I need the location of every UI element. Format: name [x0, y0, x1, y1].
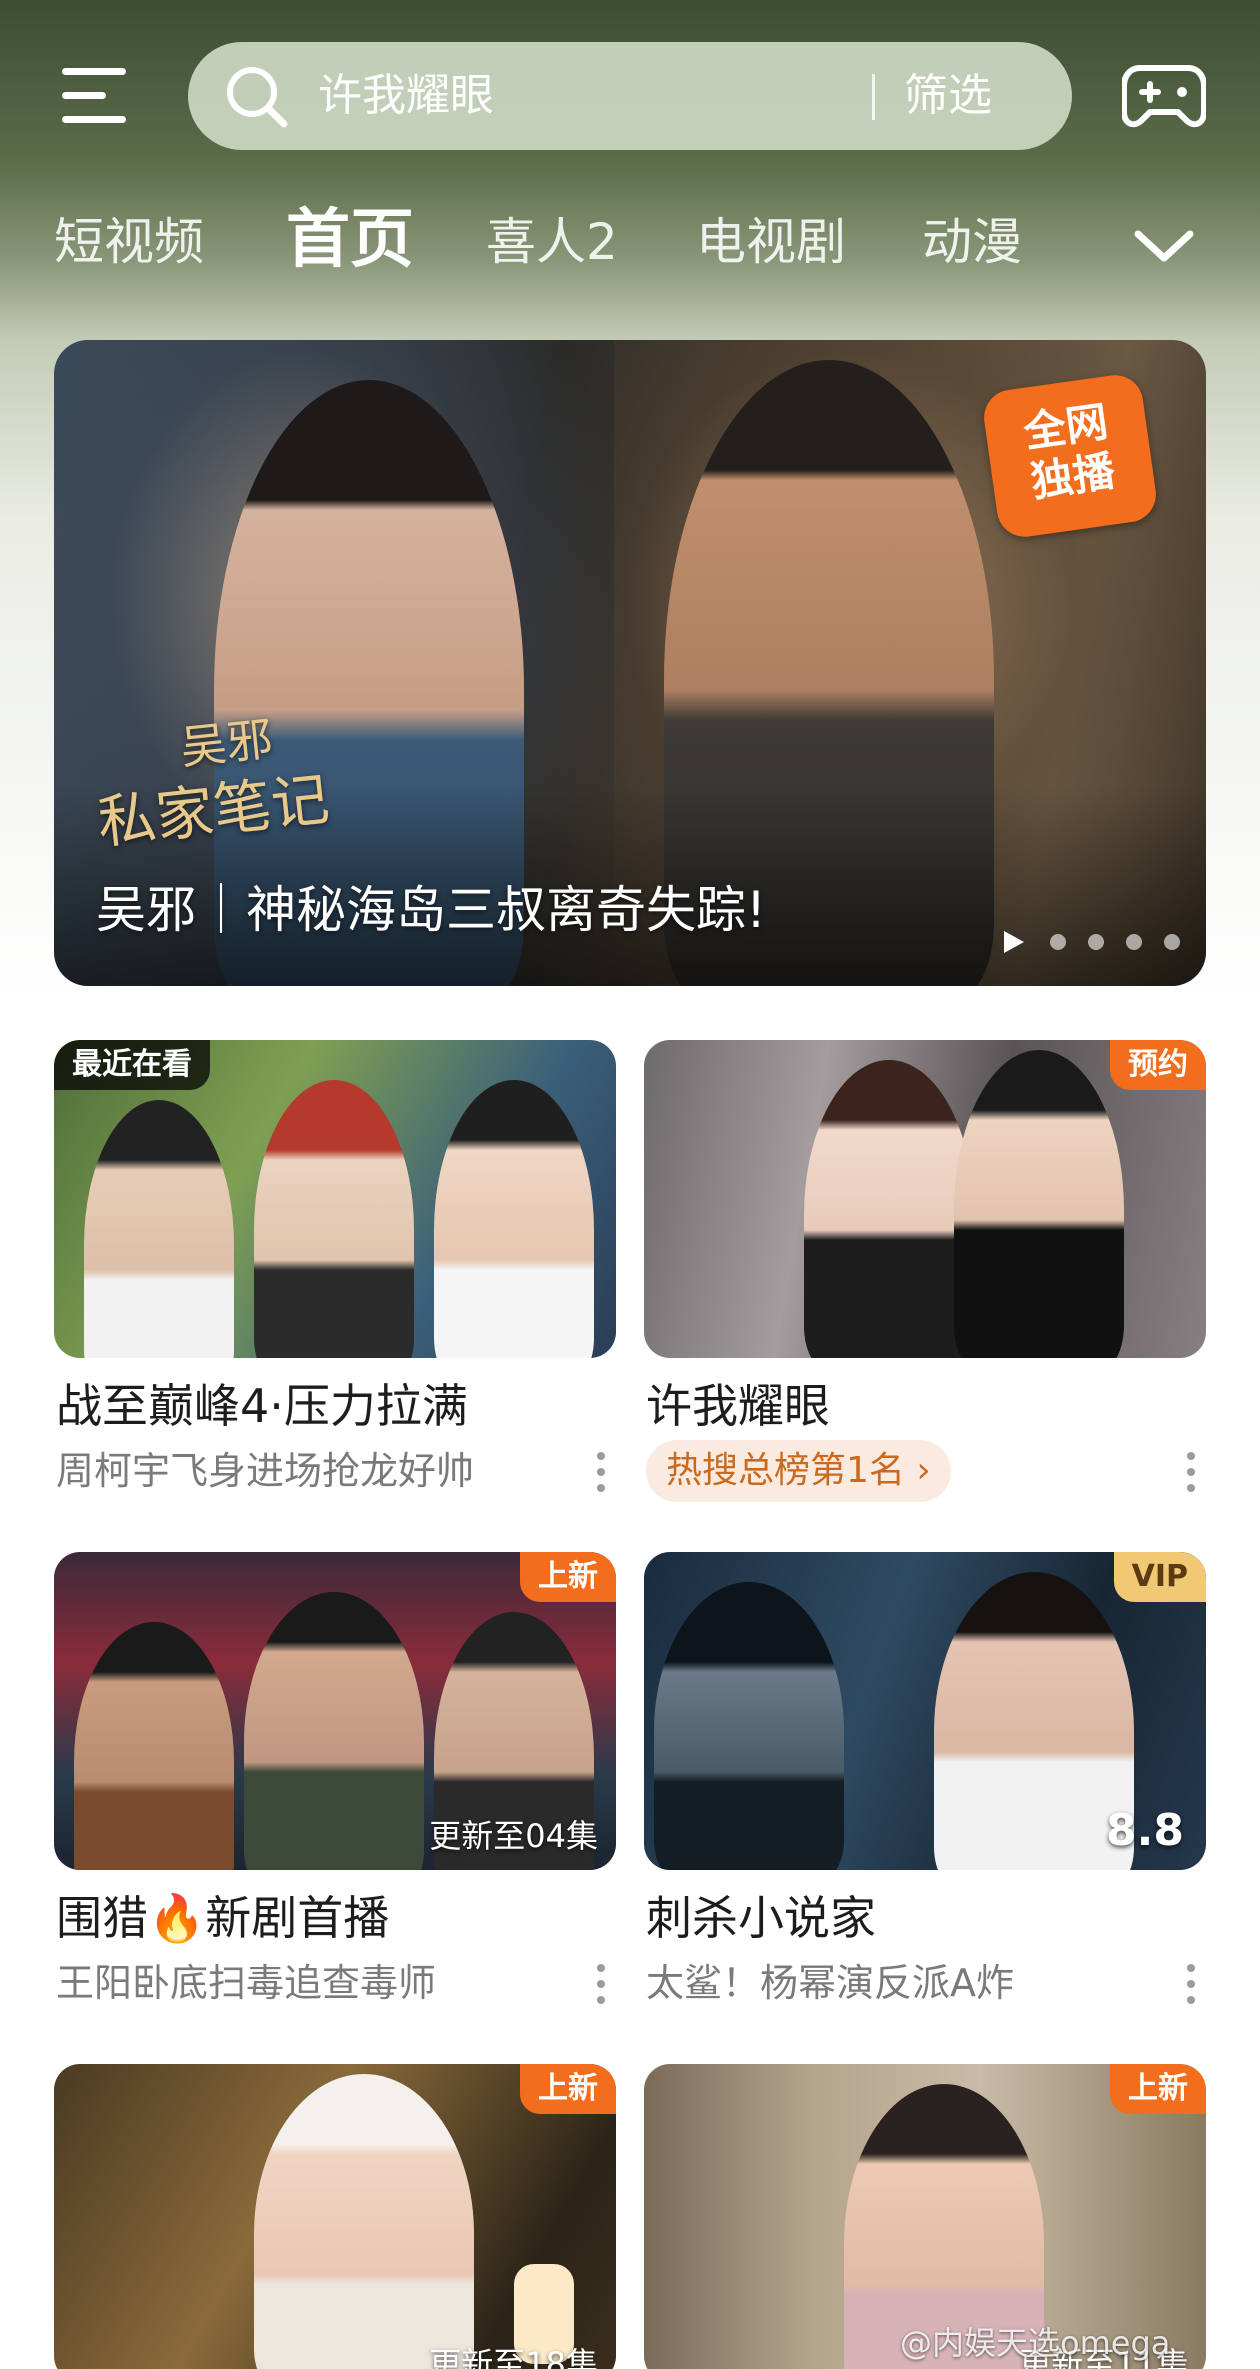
- tab-xiren2[interactable]: 喜人2: [486, 212, 618, 272]
- hot-search-rank-pill[interactable]: 热搜总榜第1名 ›: [646, 1440, 951, 1502]
- thumbnail-person: [954, 1050, 1124, 1358]
- search-divider: [872, 74, 875, 120]
- hero-show-logo: 吴邪 私家笔记: [88, 700, 333, 856]
- video-thumbnail[interactable]: 上新 更新至04集: [54, 1552, 616, 1870]
- hero-banner[interactable]: 吴邪 私家笔记 全网 独播 吴邪｜神秘海岛三叔离奇失踪!: [54, 340, 1206, 986]
- tab-short-video[interactable]: 短视频: [54, 212, 204, 272]
- card-title: 许我耀眼: [646, 1379, 830, 1433]
- hero-caption: 吴邪｜神秘海岛三叔离奇失踪!: [96, 881, 767, 939]
- tab-tv-series[interactable]: 电视剧: [696, 212, 846, 272]
- new-tag: 上新: [520, 1552, 616, 1602]
- search-icon: [227, 67, 288, 128]
- video-card[interactable]: VIP 8.8 刺杀小说家 太鲨！杨幂演反派A炸: [644, 1552, 1206, 2032]
- carousel-dot-5[interactable]: [1164, 934, 1180, 950]
- video-card[interactable]: 最近在看 战至巅峰4·压力拉满 周柯宇飞身进场抢龙好帅: [54, 1040, 616, 1520]
- carousel-dot-4[interactable]: [1126, 934, 1142, 950]
- more-vertical-icon[interactable]: [1176, 1962, 1206, 2006]
- app-screen: 许我耀眼 筛选 短视频 首页 喜人2 电视剧 动漫 吴邪 私家笔记 全网 独播 …: [0, 0, 1260, 2369]
- carousel-dot-3[interactable]: [1088, 934, 1104, 950]
- more-vertical-icon[interactable]: [1176, 1450, 1206, 1494]
- tab-anime[interactable]: 动漫: [922, 212, 1022, 272]
- thumbnail-person: [654, 1582, 844, 1870]
- vip-tag: VIP: [1113, 1552, 1206, 1602]
- rating-score: 8.8: [1106, 1805, 1184, 1856]
- new-tag: 上新: [520, 2064, 616, 2114]
- reserve-tag: 预约: [1110, 1040, 1206, 1090]
- watermark: @内娱天选omega_: [900, 2324, 1187, 2362]
- tab-home[interactable]: 首页: [286, 204, 414, 276]
- video-thumbnail[interactable]: 上新 更新至18集: [54, 2064, 616, 2369]
- video-card[interactable]: 上新 更新至18集: [54, 2064, 616, 2369]
- gamepad-icon[interactable]: [1122, 58, 1206, 134]
- card-subtitle: 太鲨！杨幂演反派A炸: [646, 1961, 1014, 2005]
- card-title: 围猎🔥新剧首播: [56, 1891, 390, 1945]
- carousel-indicator: [1004, 930, 1184, 954]
- new-tag: 上新: [1110, 2064, 1206, 2114]
- search-query[interactable]: 许我耀眼: [318, 72, 494, 120]
- card-title: 刺杀小说家: [646, 1891, 876, 1945]
- exclusive-badge: 全网 独播: [980, 371, 1160, 541]
- chevron-down-icon[interactable]: [1130, 218, 1198, 274]
- card-subtitle: 周柯宇飞身进场抢龙好帅: [56, 1449, 475, 1493]
- more-vertical-icon[interactable]: [586, 1962, 616, 2006]
- video-card[interactable]: 上新 更新至04集 围猎🔥新剧首播 王阳卧底扫毒追查毒师: [54, 1552, 616, 2032]
- episode-update-label: 更新至04集: [429, 1817, 598, 1855]
- search-bar[interactable]: 许我耀眼 筛选: [188, 42, 1072, 150]
- filter-button[interactable]: 筛选: [904, 72, 992, 120]
- carousel-dot-1[interactable]: [1004, 931, 1024, 953]
- more-vertical-icon[interactable]: [586, 1450, 616, 1494]
- video-card[interactable]: 预约 许我耀眼 热搜总榜第1名 ›: [644, 1040, 1206, 1520]
- video-thumbnail[interactable]: 预约: [644, 1040, 1206, 1358]
- recently-watched-tag: 最近在看: [54, 1040, 210, 1090]
- video-thumbnail[interactable]: VIP 8.8: [644, 1552, 1206, 1870]
- card-title: 战至巅峰4·压力拉满: [56, 1379, 468, 1433]
- video-thumbnail[interactable]: 最近在看: [54, 1040, 616, 1358]
- menu-icon[interactable]: [56, 62, 132, 126]
- thumbnail-person: [804, 1060, 974, 1358]
- episode-update-label: 更新至18集: [429, 2345, 598, 2369]
- carousel-dot-2[interactable]: [1050, 934, 1066, 950]
- card-subtitle: 王阳卧底扫毒追查毒师: [56, 1961, 437, 2005]
